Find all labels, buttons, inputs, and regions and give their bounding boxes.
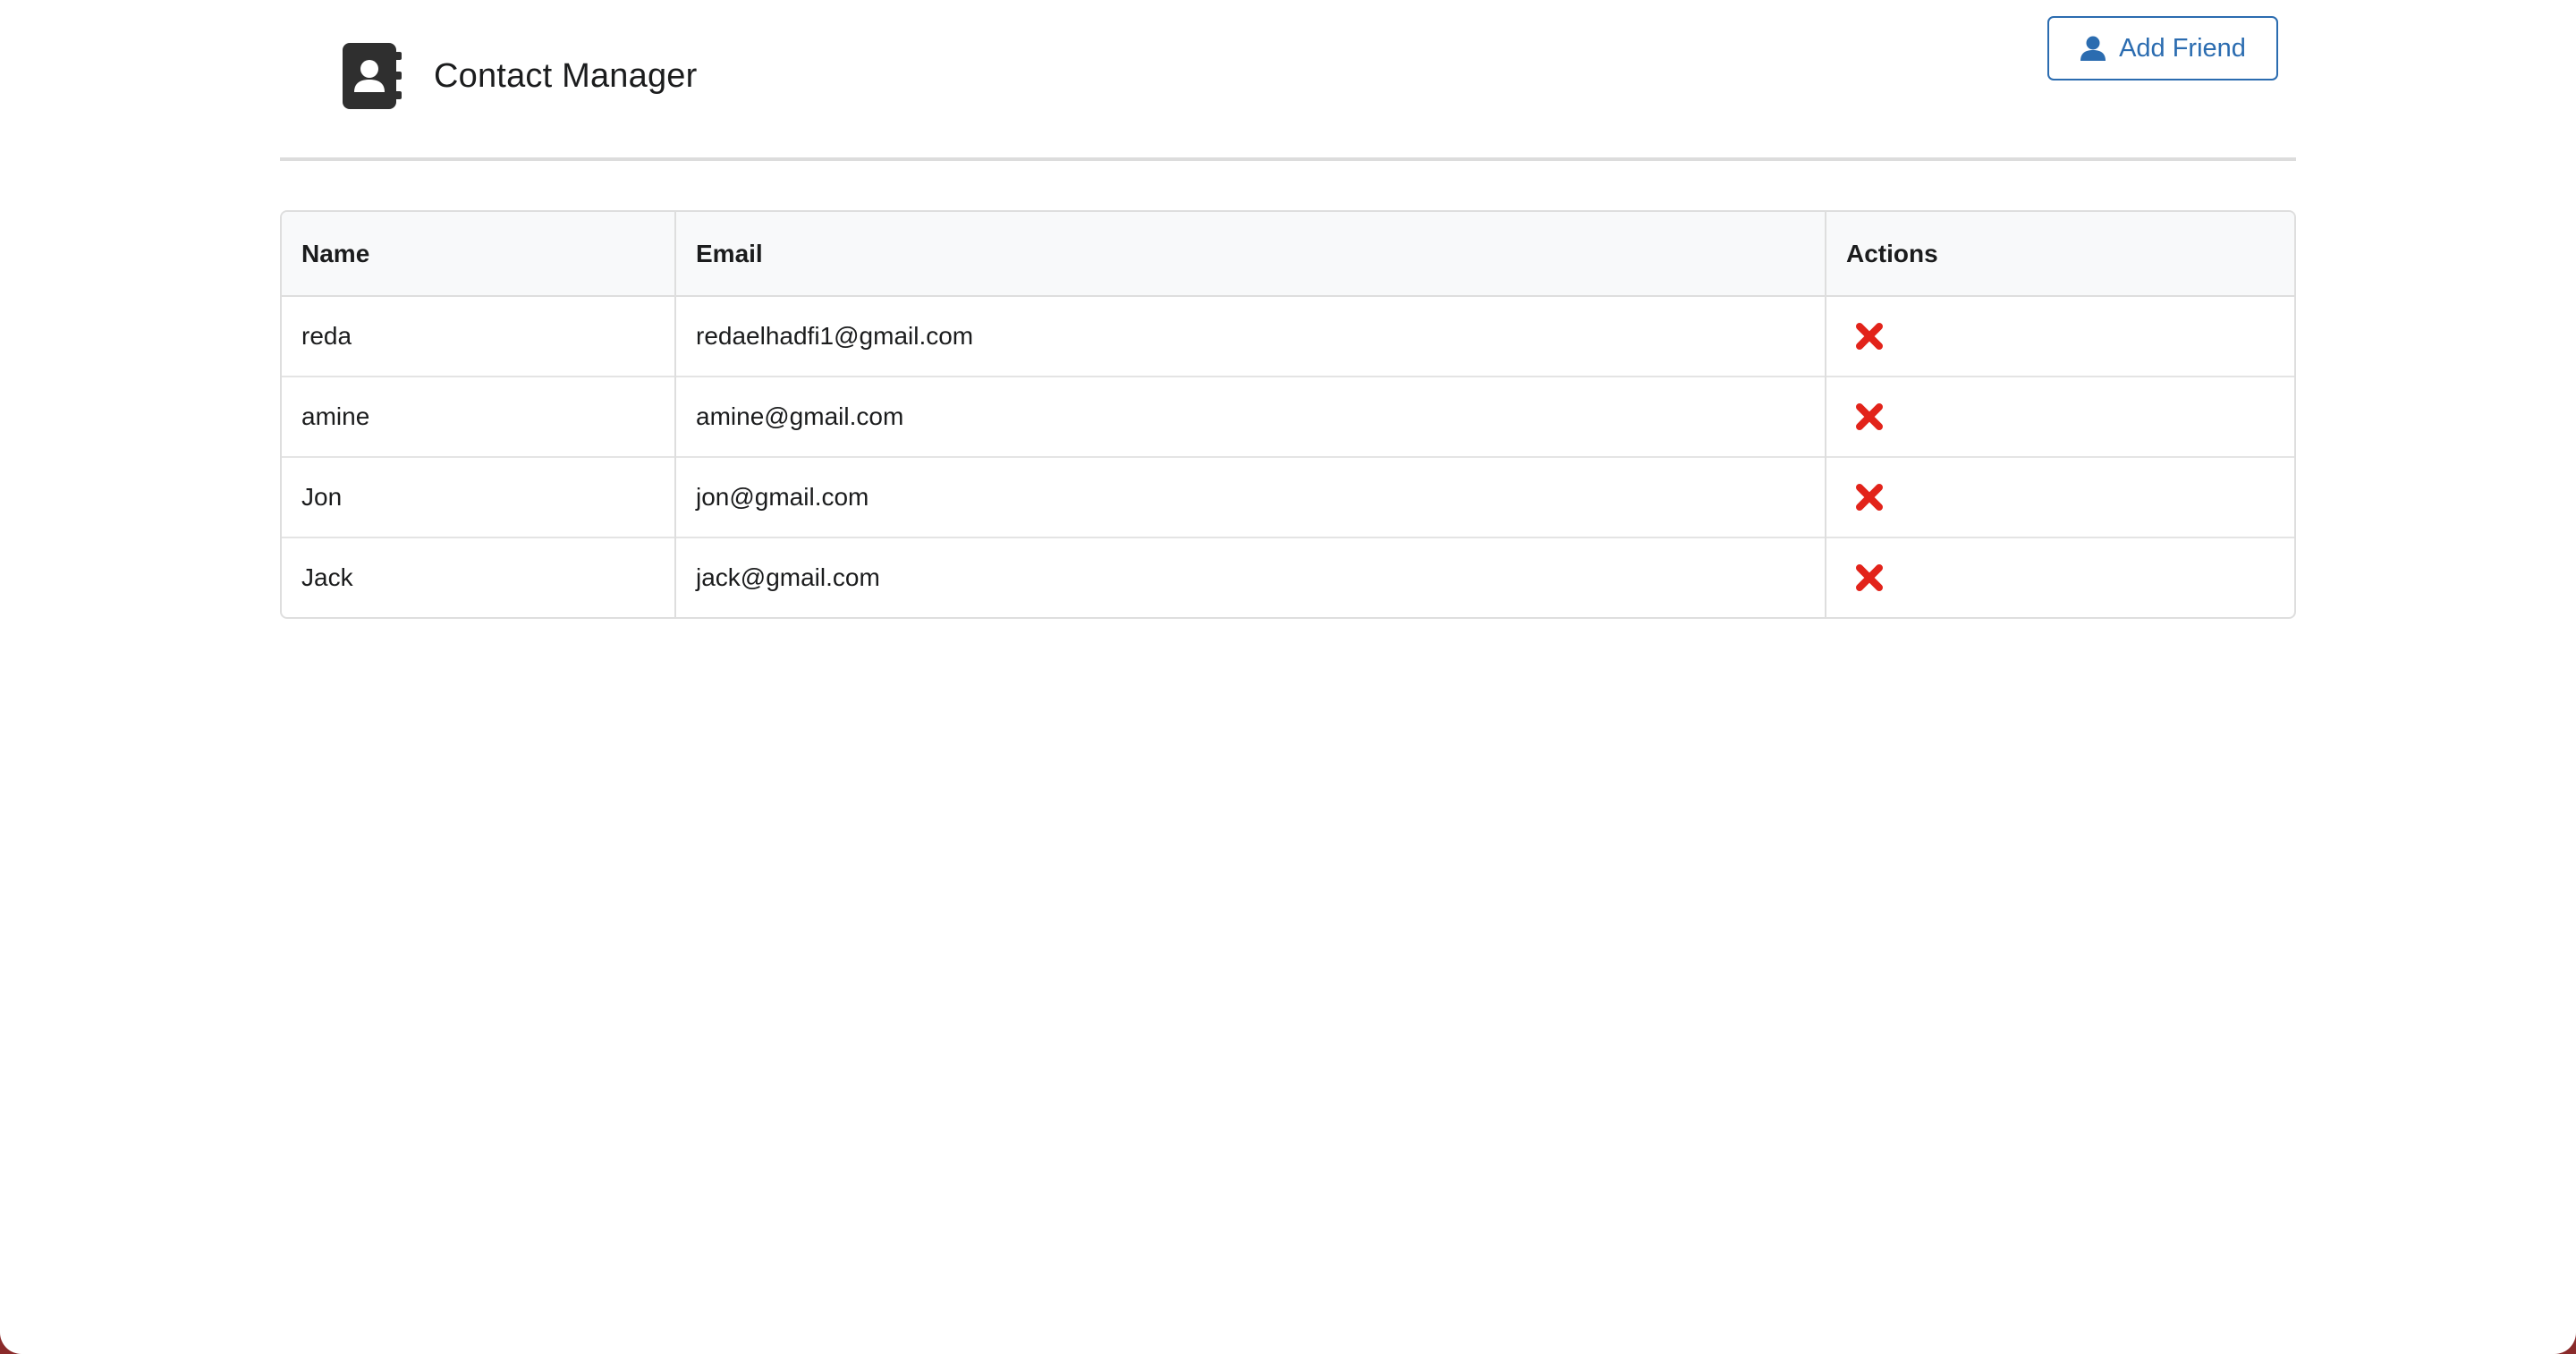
column-header-name: Name <box>282 212 675 297</box>
actions-cell <box>1825 456 2294 537</box>
actions-cell <box>1825 296 2294 377</box>
address-book-icon <box>343 43 402 109</box>
page-container: Contact Manager Add Friend Name Email Ac… <box>280 0 2296 619</box>
contact-name: Jack <box>282 537 675 617</box>
brand: Contact Manager <box>343 43 698 109</box>
delete-x-icon[interactable] <box>1853 401 1885 433</box>
contact-email: jack@gmail.com <box>674 537 1826 617</box>
delete-x-icon[interactable] <box>1853 481 1885 513</box>
table-row: Jack jack@gmail.com <box>282 537 2294 617</box>
column-header-actions: Actions <box>1825 212 2294 297</box>
table-row: amine amine@gmail.com <box>282 376 2294 457</box>
delete-x-icon[interactable] <box>1853 320 1885 352</box>
contacts-table: Name Email Actions reda redaelhadfi1@gma… <box>280 210 2296 619</box>
contact-email: amine@gmail.com <box>674 376 1826 457</box>
add-friend-button[interactable]: Add Friend <box>2047 16 2278 80</box>
contact-name: Jon <box>282 456 675 537</box>
actions-cell <box>1825 376 2294 457</box>
app-window: Contact Manager Add Friend Name Email Ac… <box>0 0 2576 1354</box>
table-row: reda redaelhadfi1@gmail.com <box>282 296 2294 377</box>
user-icon <box>2080 36 2106 61</box>
page-title: Contact Manager <box>434 56 698 95</box>
contact-email: redaelhadfi1@gmail.com <box>674 296 1826 377</box>
header: Contact Manager Add Friend <box>280 0 2296 161</box>
actions-cell <box>1825 537 2294 617</box>
contact-name: amine <box>282 376 675 457</box>
contact-name: reda <box>301 322 352 350</box>
delete-x-icon[interactable] <box>1853 562 1885 594</box>
table-header-row: Name Email Actions <box>282 212 2294 297</box>
contact-email: jon@gmail.com <box>674 456 1826 537</box>
column-header-email: Email <box>674 212 1826 297</box>
add-friend-label: Add Friend <box>2119 33 2246 63</box>
table-row: Jon jon@gmail.com <box>282 456 2294 537</box>
